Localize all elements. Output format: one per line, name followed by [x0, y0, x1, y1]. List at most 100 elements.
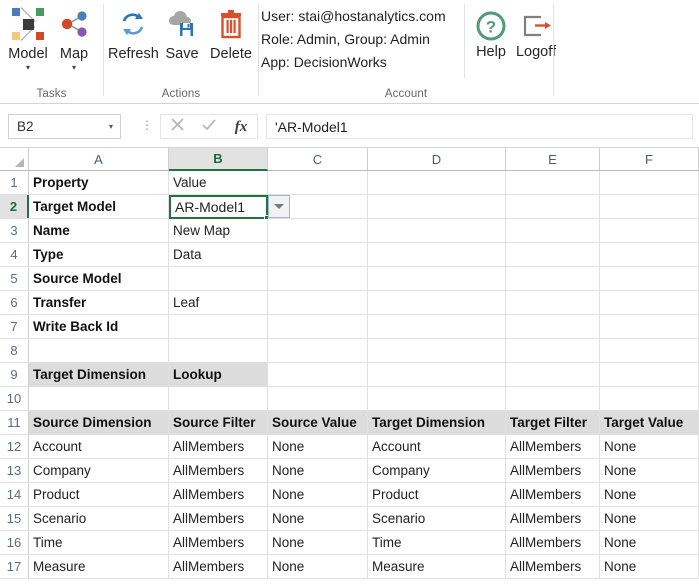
cell-C16[interactable]: None: [268, 531, 368, 554]
cell-F4[interactable]: [600, 243, 699, 266]
row-header-8[interactable]: 8: [0, 339, 29, 362]
cell-D15[interactable]: Scenario: [368, 507, 506, 530]
cell-D13[interactable]: Company: [368, 459, 506, 482]
cell-D16[interactable]: Time: [368, 531, 506, 554]
cell-D17[interactable]: Measure: [368, 555, 506, 578]
cell-F9[interactable]: [600, 363, 699, 386]
cell-E5[interactable]: [506, 267, 600, 290]
row-header-7[interactable]: 7: [0, 315, 29, 338]
cell-F5[interactable]: [600, 267, 699, 290]
row-header-14[interactable]: 14: [0, 483, 29, 506]
cell-C17[interactable]: None: [268, 555, 368, 578]
cell-E17[interactable]: AllMembers: [506, 555, 600, 578]
cell-D6[interactable]: [368, 291, 506, 314]
formula-bar-drag-handle[interactable]: ⋮: [141, 118, 153, 132]
cell-D11[interactable]: Target Dimension: [368, 411, 506, 434]
cell-A8[interactable]: [29, 339, 169, 362]
cell-E10[interactable]: [506, 387, 600, 410]
name-box[interactable]: B2 ▾: [8, 114, 121, 139]
column-header-b[interactable]: B: [169, 148, 268, 171]
confirm-check-icon[interactable]: [193, 117, 225, 137]
cancel-x-icon[interactable]: [161, 117, 193, 137]
column-header-a[interactable]: A: [29, 148, 169, 170]
cell-C12[interactable]: None: [268, 435, 368, 458]
cell-F15[interactable]: None: [600, 507, 699, 530]
cell-F1[interactable]: [600, 171, 699, 194]
delete-button[interactable]: Delete: [206, 2, 256, 63]
row-header-6[interactable]: 6: [0, 291, 29, 314]
cell-E8[interactable]: [506, 339, 600, 362]
cell-F10[interactable]: [600, 387, 699, 410]
column-header-c[interactable]: C: [268, 148, 368, 170]
cell-D12[interactable]: Account: [368, 435, 506, 458]
row-header-1[interactable]: 1: [0, 171, 29, 194]
map-dropdown-caret-icon[interactable]: ▾: [52, 64, 96, 72]
cell-A14[interactable]: Product: [29, 483, 169, 506]
row-header-2[interactable]: 2: [0, 195, 29, 218]
cell-D7[interactable]: [368, 315, 506, 338]
cell-E4[interactable]: [506, 243, 600, 266]
cell-A10[interactable]: [29, 387, 169, 410]
cell-A9[interactable]: Target Dimension: [29, 363, 169, 386]
cell-F6[interactable]: [600, 291, 699, 314]
cell-A11[interactable]: Source Dimension: [29, 411, 169, 434]
cell-E16[interactable]: AllMembers: [506, 531, 600, 554]
cell-A6[interactable]: Transfer: [29, 291, 169, 314]
cell-E2[interactable]: [506, 195, 600, 218]
cell-D2[interactable]: [368, 195, 506, 218]
cell-B8[interactable]: [169, 339, 268, 362]
row-header-5[interactable]: 5: [0, 267, 29, 290]
cell-E11[interactable]: Target Filter: [506, 411, 600, 434]
selected-cell-b2[interactable]: AR-Model1: [169, 195, 268, 219]
cell-C1[interactable]: [268, 171, 368, 194]
refresh-button[interactable]: Refresh: [108, 2, 159, 63]
cell-D10[interactable]: [368, 387, 506, 410]
cell-C10[interactable]: [268, 387, 368, 410]
cell-F13[interactable]: None: [600, 459, 699, 482]
cell-A13[interactable]: Company: [29, 459, 169, 482]
row-header-3[interactable]: 3: [0, 219, 29, 242]
cell-B12[interactable]: AllMembers: [169, 435, 268, 458]
formula-input[interactable]: 'AR-Model1: [266, 114, 693, 139]
cell-C7[interactable]: [268, 315, 368, 338]
insert-function-icon[interactable]: fx: [225, 118, 257, 136]
cell-B11[interactable]: Source Filter: [169, 411, 268, 434]
cell-D8[interactable]: [368, 339, 506, 362]
cell-C11[interactable]: Source Value: [268, 411, 368, 434]
model-button[interactable]: Model ▾: [6, 2, 50, 72]
cell-D3[interactable]: [368, 219, 506, 242]
cell-E14[interactable]: AllMembers: [506, 483, 600, 506]
cell-C4[interactable]: [268, 243, 368, 266]
map-button[interactable]: Map ▾: [52, 2, 96, 72]
cell-B1[interactable]: Value: [169, 171, 268, 194]
cell-B3[interactable]: New Map: [169, 219, 268, 242]
row-header-9[interactable]: 9: [0, 363, 29, 386]
cell-C8[interactable]: [268, 339, 368, 362]
cell-validation-dropdown-button[interactable]: [268, 195, 290, 218]
row-header-4[interactable]: 4: [0, 243, 29, 266]
cell-E1[interactable]: [506, 171, 600, 194]
save-button[interactable]: Save: [160, 2, 204, 63]
cell-F17[interactable]: None: [600, 555, 699, 578]
cell-B7[interactable]: [169, 315, 268, 338]
cell-B17[interactable]: AllMembers: [169, 555, 268, 578]
cell-F16[interactable]: None: [600, 531, 699, 554]
cell-A15[interactable]: Scenario: [29, 507, 169, 530]
name-box-caret-icon[interactable]: ▾: [102, 122, 120, 131]
cell-C9[interactable]: [268, 363, 368, 386]
cell-D4[interactable]: [368, 243, 506, 266]
cell-F11[interactable]: Target Value: [600, 411, 699, 434]
cell-A3[interactable]: Name: [29, 219, 169, 242]
cell-C15[interactable]: None: [268, 507, 368, 530]
row-header-12[interactable]: 12: [0, 435, 29, 458]
row-header-16[interactable]: 16: [0, 531, 29, 554]
cell-C13[interactable]: None: [268, 459, 368, 482]
cell-B13[interactable]: AllMembers: [169, 459, 268, 482]
cell-A17[interactable]: Measure: [29, 555, 169, 578]
cell-E3[interactable]: [506, 219, 600, 242]
cell-C3[interactable]: [268, 219, 368, 242]
help-button[interactable]: ? Help: [471, 8, 511, 61]
cell-D14[interactable]: Product: [368, 483, 506, 506]
cell-B9[interactable]: Lookup: [169, 363, 268, 386]
cell-A16[interactable]: Time: [29, 531, 169, 554]
